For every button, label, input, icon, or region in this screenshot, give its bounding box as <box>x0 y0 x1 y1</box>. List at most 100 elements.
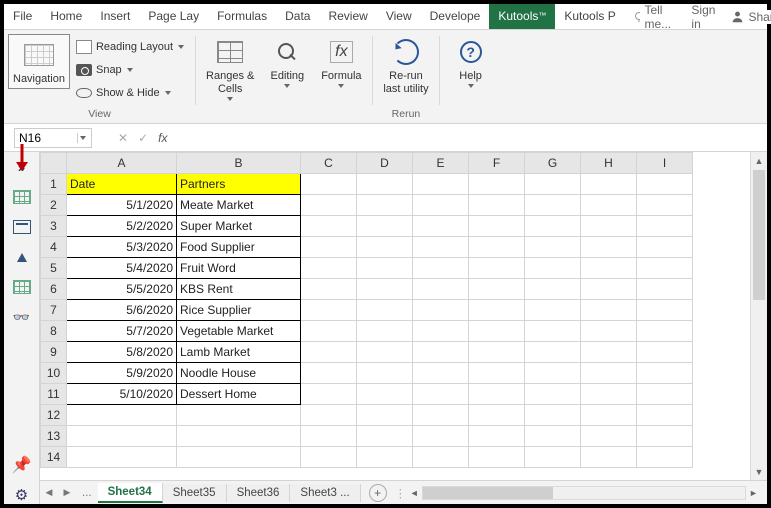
pane-find-button[interactable]: 👓 <box>12 308 32 326</box>
tab-view[interactable]: View <box>377 4 421 29</box>
tab-home[interactable]: Home <box>41 4 91 29</box>
pane-workbook-button[interactable] <box>12 188 32 206</box>
cell[interactable]: 5/5/2020 <box>67 279 177 300</box>
tab-file[interactable]: File <box>4 4 41 29</box>
row-header[interactable]: 8 <box>41 321 67 342</box>
vertical-scrollbar[interactable]: ▲ ▼ <box>750 152 767 480</box>
scroll-right-button[interactable]: ► <box>746 488 761 498</box>
tab-data[interactable]: Data <box>276 4 319 29</box>
group-rerun: Re-run last utility Rerun <box>373 30 438 123</box>
cell[interactable]: 5/3/2020 <box>67 237 177 258</box>
formula-button[interactable]: fx Formula <box>314 34 368 91</box>
tab-kutools[interactable]: Kutools™ <box>489 4 555 29</box>
sheet-tab[interactable]: Sheet3 ... <box>290 484 360 502</box>
scroll-up-button[interactable]: ▲ <box>751 152 767 169</box>
reading-layout-button[interactable]: Reading Layout <box>74 36 187 58</box>
ranges-cells-button[interactable]: Ranges & Cells <box>200 34 260 104</box>
cell[interactable]: 5/8/2020 <box>67 342 177 363</box>
cell[interactable]: Dessert Home <box>177 384 301 405</box>
cell[interactable]: 5/2/2020 <box>67 216 177 237</box>
row-header[interactable]: 14 <box>41 447 67 468</box>
cell[interactable]: 5/4/2020 <box>67 258 177 279</box>
sheet-tab[interactable]: Sheet34 <box>98 483 163 503</box>
tab-kutools-plus[interactable]: Kutools P <box>555 4 624 29</box>
tell-me[interactable]: Tell me... <box>625 3 684 31</box>
row-header[interactable]: 3 <box>41 216 67 237</box>
row-header[interactable]: 9 <box>41 342 67 363</box>
tab-insert[interactable]: Insert <box>91 4 139 29</box>
cell[interactable]: Food Supplier <box>177 237 301 258</box>
row-header[interactable]: 2 <box>41 195 67 216</box>
rerun-button[interactable]: Re-run last utility <box>377 34 434 98</box>
navigation-button[interactable]: Navigation <box>8 34 70 89</box>
cell[interactable]: Partners <box>177 174 301 195</box>
col-header[interactable]: D <box>357 153 413 174</box>
sheet-tab[interactable]: Sheet36 <box>227 484 291 502</box>
cell[interactable]: Date <box>67 174 177 195</box>
select-all-cell[interactable] <box>41 153 67 174</box>
tab-review[interactable]: Review <box>319 4 376 29</box>
insert-function-button[interactable]: fx <box>158 131 167 145</box>
cell[interactable]: Noodle House <box>177 363 301 384</box>
sheet-tab[interactable]: Sheet35 <box>163 484 227 502</box>
cell[interactable]: KBS Rent <box>177 279 301 300</box>
col-header[interactable]: F <box>469 153 525 174</box>
sign-in[interactable]: Sign in <box>683 3 723 31</box>
horizontal-scrollbar[interactable]: ◄ ► <box>407 486 761 500</box>
row-header[interactable]: 11 <box>41 384 67 405</box>
scroll-thumb[interactable] <box>423 487 553 499</box>
col-header[interactable]: C <box>301 153 357 174</box>
cancel-formula-button[interactable]: ✕ <box>118 131 128 145</box>
pane-autotext-button[interactable] <box>12 218 32 236</box>
cell[interactable]: 5/10/2020 <box>67 384 177 405</box>
cell[interactable]: 5/9/2020 <box>67 363 177 384</box>
pane-columns-button[interactable] <box>12 278 32 296</box>
col-header[interactable]: H <box>581 153 637 174</box>
row-header[interactable]: 6 <box>41 279 67 300</box>
scroll-down-button[interactable]: ▼ <box>751 463 767 480</box>
cell[interactable]: Lamb Market <box>177 342 301 363</box>
cell[interactable]: 5/1/2020 <box>67 195 177 216</box>
snap-button[interactable]: Snap <box>74 59 187 81</box>
share-button[interactable]: Share <box>723 10 771 24</box>
col-header[interactable]: A <box>67 153 177 174</box>
cell[interactable]: Meate Market <box>177 195 301 216</box>
col-header[interactable]: B <box>177 153 301 174</box>
tab-developer[interactable]: Develope <box>421 4 490 29</box>
row-header[interactable]: 13 <box>41 426 67 447</box>
person-icon <box>731 10 744 23</box>
show-hide-button[interactable]: Show & Hide <box>74 82 187 104</box>
cell[interactable]: Fruit Word <box>177 258 301 279</box>
pane-name-button[interactable] <box>12 248 32 266</box>
tab-formulas[interactable]: Formulas <box>208 4 276 29</box>
formula-input[interactable] <box>173 128 759 148</box>
row-header[interactable]: 5 <box>41 258 67 279</box>
cell[interactable]: Vegetable Market <box>177 321 301 342</box>
cell[interactable]: 5/7/2020 <box>67 321 177 342</box>
new-sheet-button[interactable]: + <box>369 484 387 502</box>
spreadsheet-grid[interactable]: A B C D E F G H I 1 Date Partners 2 5/1/… <box>40 152 767 480</box>
cell[interactable]: Rice Supplier <box>177 300 301 321</box>
col-header[interactable]: I <box>637 153 693 174</box>
tab-list-button[interactable]: ... <box>76 487 98 499</box>
scroll-left-button[interactable]: ◄ <box>407 488 422 498</box>
editing-button[interactable]: Editing <box>260 34 314 91</box>
col-header[interactable]: E <box>413 153 469 174</box>
row-header[interactable]: 10 <box>41 363 67 384</box>
col-header[interactable]: G <box>525 153 581 174</box>
cell[interactable]: 5/6/2020 <box>67 300 177 321</box>
cell[interactable]: Super Market <box>177 216 301 237</box>
pane-settings-button[interactable]: ⚙ <box>12 486 32 504</box>
row-header[interactable]: 1 <box>41 174 67 195</box>
help-button[interactable]: ? Help <box>444 34 498 91</box>
tab-nav-next[interactable]: ► <box>58 487 76 499</box>
scroll-thumb[interactable] <box>753 170 765 300</box>
row-header[interactable]: 7 <box>41 300 67 321</box>
row-header[interactable]: 4 <box>41 237 67 258</box>
tab-nav-prev[interactable]: ◄ <box>40 487 58 499</box>
enter-formula-button[interactable]: ✓ <box>138 131 148 145</box>
row-header[interactable]: 12 <box>41 405 67 426</box>
tab-page-layout[interactable]: Page Lay <box>139 4 208 29</box>
chevron-down-icon <box>226 96 234 102</box>
pane-pin-button[interactable]: 📌 <box>12 456 32 474</box>
